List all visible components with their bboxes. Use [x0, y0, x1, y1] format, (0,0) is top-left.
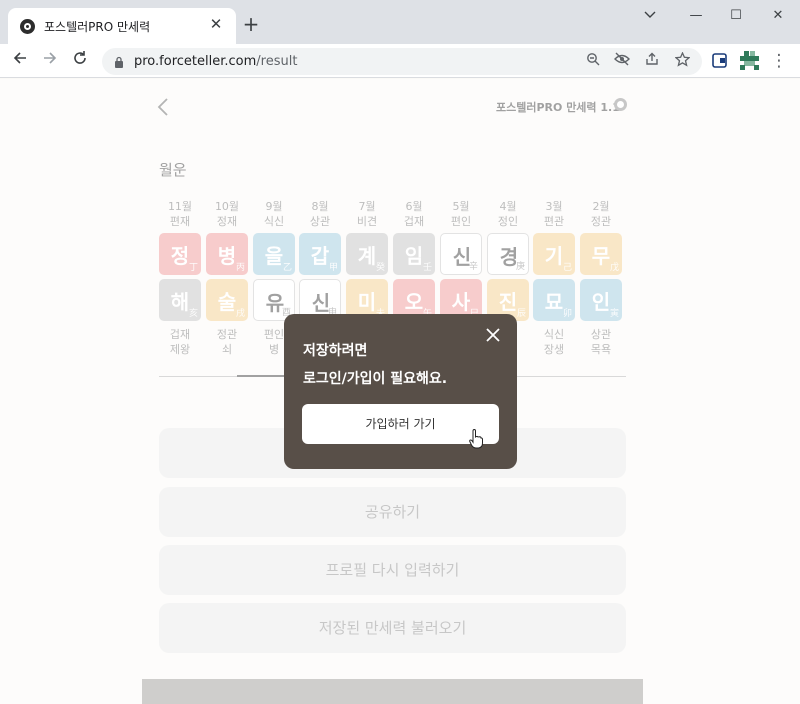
- back-arrow-icon[interactable]: [8, 49, 32, 73]
- new-tab-button[interactable]: +: [240, 14, 262, 36]
- window-close-button[interactable]: ✕: [766, 6, 790, 26]
- forward-arrow-icon[interactable]: [38, 49, 62, 73]
- maximize-button[interactable]: ☐: [724, 6, 748, 26]
- hand-cursor-icon: [469, 429, 483, 449]
- tab-title: 포스텔러PRO 만세력: [44, 20, 151, 34]
- share-icon[interactable]: [642, 52, 662, 72]
- page-content: 포스텔러PRO 만세력 1.1 월운 11월 편재 정 丁 해 亥 겁재 제왕 10월 정재 병 丙 술…: [0, 79, 800, 704]
- lock-icon: [115, 56, 123, 68]
- bookmark-star-icon[interactable]: [672, 51, 692, 72]
- browser-tabstrip: 포스텔러PRO 만세력 ✕ + — ☐ ✕: [0, 0, 800, 44]
- browser-menu-icon[interactable]: ⋮: [767, 49, 791, 73]
- modal-message-line2: 로그인/가입이 필요해요.: [303, 371, 448, 387]
- close-icon[interactable]: [484, 326, 502, 344]
- url-text: pro.forceteller.com/result: [134, 54, 298, 69]
- signup-button[interactable]: 가입하러 가기: [302, 404, 499, 449]
- minimize-button[interactable]: —: [684, 6, 708, 26]
- extension-icon[interactable]: [712, 53, 728, 69]
- favicon-icon: [20, 19, 35, 34]
- reload-icon[interactable]: [68, 49, 92, 73]
- browser-tab[interactable]: 포스텔러PRO 만세력 ✕: [8, 8, 236, 44]
- zoom-icon[interactable]: [583, 52, 603, 72]
- browser-toolbar: pro.forceteller.com/result ⋮: [0, 44, 800, 78]
- tab-search-icon[interactable]: [638, 6, 662, 26]
- tab-close-icon[interactable]: ✕: [206, 14, 226, 34]
- address-bar[interactable]: pro.forceteller.com/result: [102, 48, 702, 75]
- login-required-modal: 저장하려면 로그인/가입이 필요해요. 가입하러 가기: [284, 314, 517, 469]
- signup-button-label: 가입하러 가기: [365, 417, 436, 431]
- modal-message-line1: 저장하려면: [303, 343, 368, 359]
- profile-avatar-icon[interactable]: [740, 51, 759, 70]
- eye-off-icon[interactable]: [612, 52, 632, 72]
